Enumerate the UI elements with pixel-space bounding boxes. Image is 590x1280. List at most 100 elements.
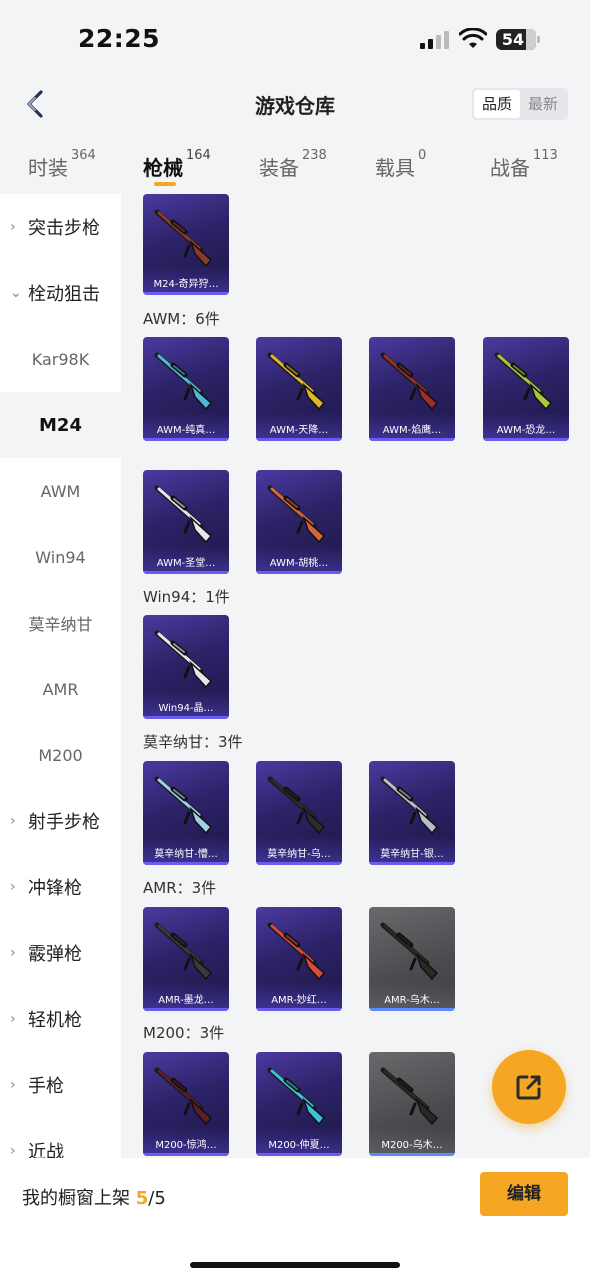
- edit-button[interactable]: 编辑: [480, 1172, 568, 1216]
- weapon-skin-name: AWM-胡桃…: [269, 558, 329, 569]
- weapon-skin-name: AWM-焰鹰…: [382, 425, 442, 436]
- sidebar-item[interactable]: M200: [0, 722, 121, 788]
- tab-firearms[interactable]: 枪械164: [143, 148, 211, 181]
- sniper-rifle-icon: [154, 209, 213, 268]
- sidebar-item[interactable]: M24: [0, 392, 121, 458]
- weapon-skin-name: AWM-纯真…: [156, 425, 216, 436]
- sniper-rifle-icon: [380, 1067, 439, 1126]
- sniper-rifle-icon: [267, 776, 326, 835]
- sidebar-item-label: 霰弹枪: [28, 944, 82, 965]
- weapon-skin-name: AWM-天降…: [269, 425, 329, 436]
- chevron-right-icon: ›: [10, 1143, 16, 1158]
- sidebar-item-label: AWM: [40, 481, 81, 501]
- chevron-down-icon: ⌄: [10, 285, 22, 301]
- sidebar-item-label: AMR: [42, 679, 79, 699]
- sidebar-item-label: 射手步枪: [28, 812, 100, 833]
- cellular-signal-icon: [420, 31, 450, 49]
- weapon-skin-name: M200-仲夏…: [268, 1140, 330, 1151]
- sidebar-item[interactable]: › 冲锋枪: [0, 854, 121, 920]
- sidebar-item[interactable]: › 霰弹枪: [0, 920, 121, 986]
- weapon-skin-card[interactable]: AMR-妙红…: [256, 907, 342, 1011]
- active-tab-indicator: [154, 182, 176, 186]
- sidebar-item[interactable]: AWM: [0, 458, 121, 524]
- sniper-rifle-icon: [494, 352, 553, 411]
- weapon-skin-card[interactable]: AWM-恐龙…: [483, 337, 569, 441]
- weapon-skin-card[interactable]: M24-奇异狩…: [143, 194, 229, 295]
- sniper-rifle-icon: [380, 922, 439, 981]
- weapon-skin-card[interactable]: AWM-焰鹰…: [369, 337, 455, 441]
- sniper-rifle-icon: [267, 352, 326, 411]
- weapon-skin-card[interactable]: 莫辛纳甘-懵…: [143, 761, 229, 865]
- sniper-rifle-icon: [267, 485, 326, 544]
- tab-supplies[interactable]: 战备113: [490, 148, 558, 181]
- sidebar-item-label: M200: [38, 745, 83, 765]
- battery-level: 54: [501, 30, 525, 49]
- sniper-rifle-icon: [154, 776, 213, 835]
- weapon-skin-name: AWM-恐龙…: [496, 425, 556, 436]
- home-indicator: [190, 1262, 400, 1268]
- weapon-grid: M24-奇异狩… AWM：6件 AWM-纯真… AWM-天降… AWM-焰鹰… AWM-恐…: [121, 194, 590, 1158]
- weapon-category-sidebar: › 突击步枪 ⌄ 栓动狙击 Kar98K M24 AWM Win94 莫辛纳甘 AMR M200 › 射…: [0, 194, 121, 1158]
- tab-vehicles[interactable]: 载具0: [375, 148, 426, 181]
- weapon-skin-name: AWM-圣堂…: [156, 558, 216, 569]
- sidebar-item[interactable]: Win94: [0, 524, 121, 590]
- sniper-rifle-icon: [154, 485, 213, 544]
- weapon-skin-card[interactable]: M200-惊鸿…: [143, 1052, 229, 1156]
- nav-bar: 游戏仓库 品质 最新: [0, 78, 590, 130]
- weapon-skin-card[interactable]: Win94-晶…: [143, 615, 229, 719]
- sidebar-item-label: 栓动狙击: [28, 284, 100, 305]
- weapon-skin-name: M200-惊鸿…: [155, 1140, 217, 1151]
- sidebar-item[interactable]: › 射手步枪: [0, 788, 121, 854]
- sidebar-item-label: 冲锋枪: [28, 878, 82, 899]
- showcase-status: 我的橱窗上架 5/5: [22, 1188, 166, 1209]
- battery-icon: 54: [496, 29, 540, 50]
- status-time: 22:25: [78, 24, 161, 53]
- sniper-rifle-icon: [267, 922, 326, 981]
- sidebar-item-label: 近战: [28, 1142, 64, 1158]
- sidebar-item[interactable]: › 轻机枪: [0, 986, 121, 1052]
- sidebar-item[interactable]: › 突击步枪: [0, 194, 121, 260]
- weapon-skin-card[interactable]: AWM-胡桃…: [256, 470, 342, 574]
- sort-toggle[interactable]: 品质 最新: [472, 88, 568, 120]
- weapon-skin-card[interactable]: AWM-天降…: [256, 337, 342, 441]
- sniper-rifle-icon: [267, 1067, 326, 1126]
- share-fab-button[interactable]: [492, 1050, 566, 1124]
- weapon-skin-card[interactable]: AMR-墨龙…: [143, 907, 229, 1011]
- sidebar-item[interactable]: 莫辛纳甘: [0, 590, 121, 656]
- sidebar-item-label: 突击步枪: [28, 218, 100, 239]
- weapon-skin-name: M200-乌木…: [381, 1140, 443, 1151]
- sniper-rifle-icon: [154, 352, 213, 411]
- sort-latest-button[interactable]: 最新: [520, 90, 566, 118]
- sidebar-item-label: Kar98K: [31, 349, 90, 369]
- weapon-skin-card[interactable]: 莫辛纳甘-银…: [369, 761, 455, 865]
- weapon-skin-card[interactable]: 莫辛纳甘-乌…: [256, 761, 342, 865]
- weapon-skin-card[interactable]: AMR-乌木…: [369, 907, 455, 1011]
- tab-fashion[interactable]: 时装364: [28, 148, 96, 181]
- sidebar-item[interactable]: Kar98K: [0, 326, 121, 392]
- sniper-rifle-icon: [154, 1067, 213, 1126]
- sidebar-item[interactable]: ⌄ 栓动狙击: [0, 260, 121, 326]
- weapon-skin-card[interactable]: AWM-圣堂…: [143, 470, 229, 574]
- sidebar-item-label: Win94: [35, 547, 86, 567]
- sidebar-item[interactable]: › 近战: [0, 1118, 121, 1158]
- weapon-skin-card[interactable]: M200-仲夏…: [256, 1052, 342, 1156]
- sidebar-item[interactable]: › 手枪: [0, 1052, 121, 1118]
- sort-quality-button[interactable]: 品质: [474, 90, 520, 118]
- chevron-right-icon: ›: [10, 813, 16, 829]
- sidebar-item-label: 轻机枪: [28, 1010, 82, 1031]
- section-title: AWM：6件: [143, 310, 220, 328]
- category-tabs: 时装364 枪械164 装备238 载具0 战备113: [0, 140, 590, 194]
- section-title: 莫辛纳甘：3件: [143, 733, 243, 751]
- sidebar-item-label: 手枪: [28, 1076, 64, 1097]
- weapon-skin-card[interactable]: M200-乌木…: [369, 1052, 455, 1156]
- sidebar-item[interactable]: AMR: [0, 656, 121, 722]
- section-title: M200：3件: [143, 1024, 225, 1042]
- wifi-icon: [459, 28, 487, 48]
- sniper-rifle-icon: [154, 630, 213, 689]
- tab-equipment[interactable]: 装备238: [259, 148, 327, 181]
- sidebar-item-label: 莫辛纳甘: [28, 615, 93, 634]
- status-bar: 22:25 54: [0, 0, 590, 78]
- section-title: AMR：3件: [143, 879, 217, 897]
- weapon-skin-name: 莫辛纳甘-懵…: [154, 849, 218, 860]
- weapon-skin-card[interactable]: AWM-纯真…: [143, 337, 229, 441]
